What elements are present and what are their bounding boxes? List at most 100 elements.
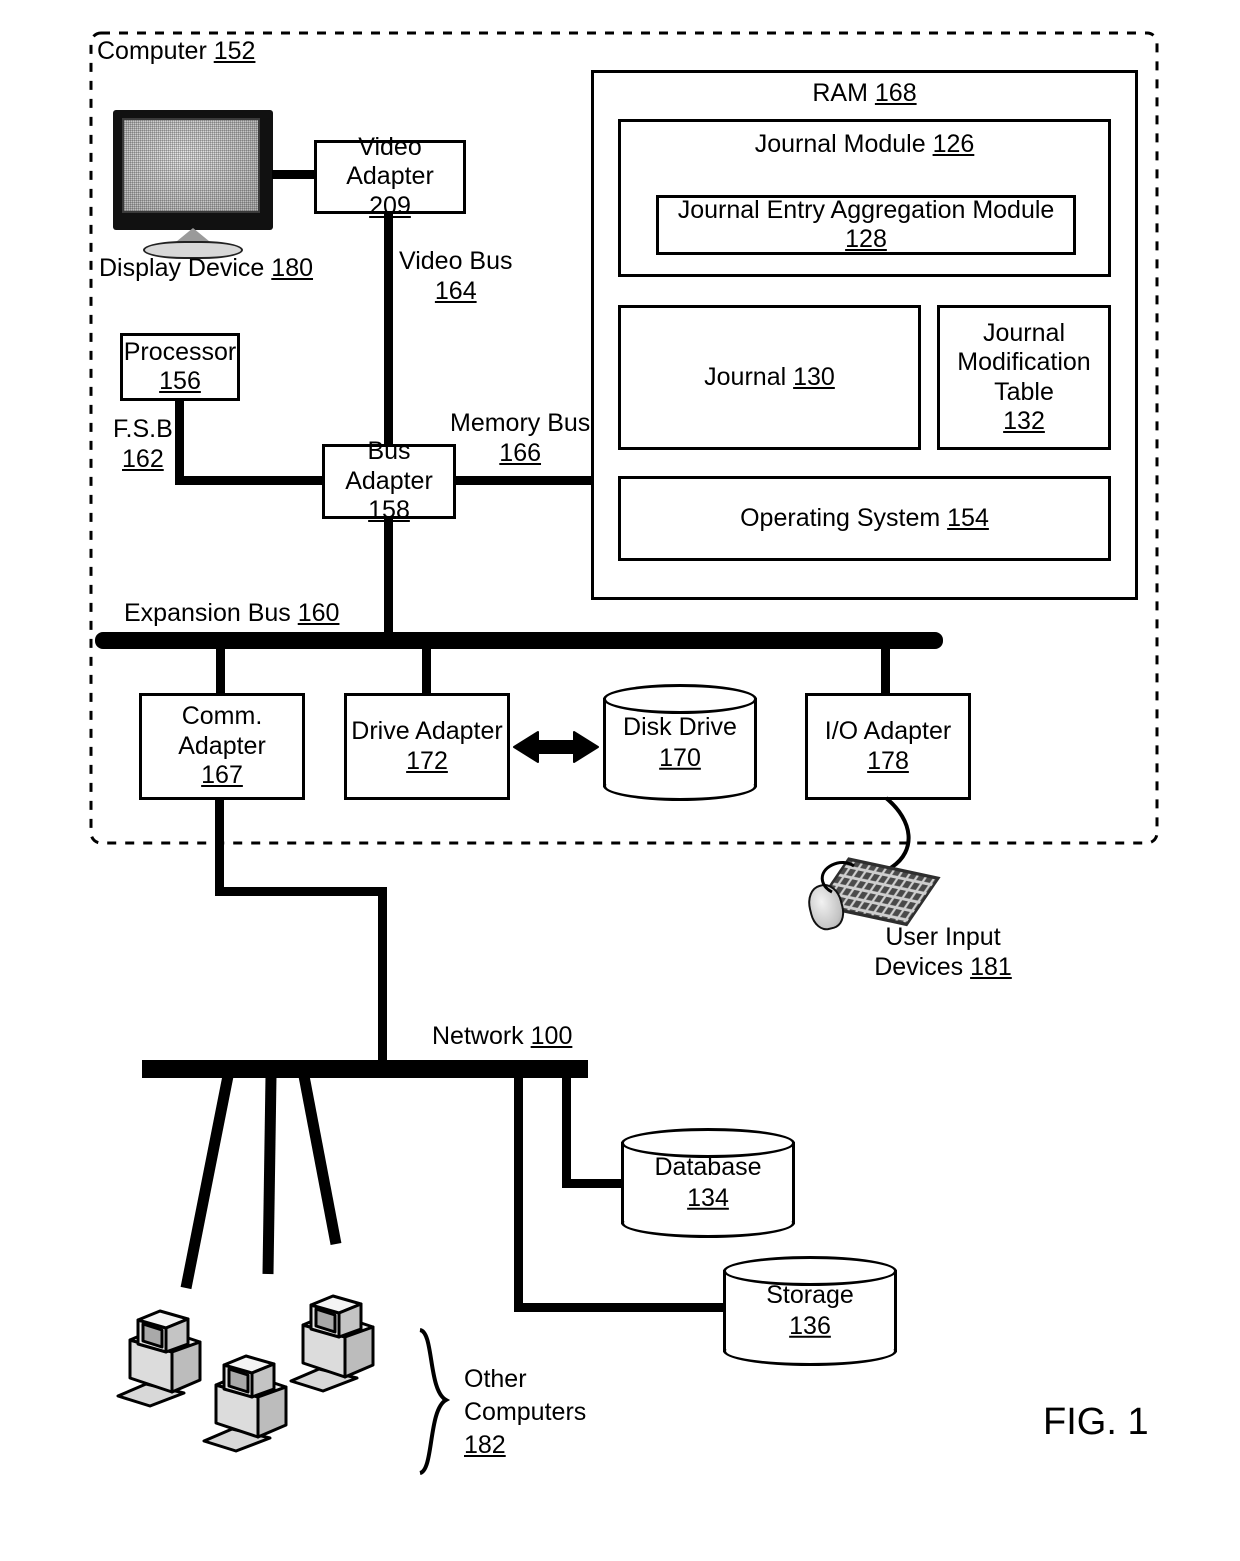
- network-ref: 100: [530, 1022, 573, 1050]
- operating-system-ref: 154: [947, 503, 989, 532]
- other-computers-label: Other Computers 182: [464, 1363, 586, 1462]
- database-text: Database 134: [621, 1152, 795, 1215]
- io-adapter-box: I/O Adapter 178: [805, 693, 971, 800]
- video-adapter-box: Video Adapter 209: [314, 133, 466, 220]
- io-adapter-label: I/O Adapter: [824, 717, 952, 745]
- wire-memory-bus: [454, 476, 594, 485]
- fsb-ref: 162: [122, 445, 164, 473]
- user-input-ref: 181: [970, 953, 1012, 981]
- storage-ref: 136: [789, 1312, 831, 1340]
- network-label: Network 100: [432, 1021, 572, 1051]
- wire-storage-elbow: [514, 1270, 523, 1312]
- drive-adapter-label: Drive Adapter: [351, 717, 503, 745]
- comm-adapter-ref: 167: [201, 761, 243, 790]
- jmt-ref: 132: [1003, 407, 1045, 435]
- journal-ref: 130: [793, 362, 835, 391]
- jeam-ref: 128: [845, 225, 887, 253]
- ram-ref: 168: [874, 79, 917, 107]
- wire-comm-adapter-right: [215, 887, 387, 896]
- other-computers-line2: Computers: [464, 1398, 587, 1426]
- disk-drive-ref: 170: [659, 743, 701, 772]
- wire-network-to-storage-horizontal: [514, 1303, 732, 1312]
- memory-bus-ref: 166: [499, 439, 542, 467]
- expansion-bus-ref: 160: [297, 599, 340, 627]
- wire-comm-adapter-down: [215, 799, 224, 896]
- double-arrow-icon: [513, 731, 599, 763]
- video-bus-ref: 164: [434, 277, 477, 305]
- wire-video-bus: [384, 212, 393, 448]
- expansion-bus-label: Expansion Bus 160: [124, 598, 339, 628]
- io-adapter-ref: 178: [867, 746, 909, 775]
- wire-network-to-database-vertical: [562, 1077, 571, 1187]
- display-device-icon: [113, 110, 273, 230]
- wire-expansion-to-comm-adapter: [216, 641, 225, 695]
- wires-network-to-other-computers: [180, 1074, 342, 1290]
- disk-drive-top: [603, 684, 757, 714]
- operating-system-box: Operating System 154: [618, 476, 1111, 561]
- journal-module-label-text: Journal Module: [754, 130, 926, 158]
- monitor-screen: [122, 118, 260, 213]
- storage-text: Storage 136: [723, 1280, 897, 1343]
- enclosure-title-text: Computer: [97, 37, 207, 65]
- journal-module-ref: 126: [932, 130, 975, 158]
- other-computers-ref: 182: [464, 1431, 506, 1459]
- processor-label: Processor: [123, 337, 237, 366]
- wire-fsb-vertical: [175, 399, 184, 484]
- operating-system-label-text: Operating System: [740, 503, 941, 532]
- wire-fsb-horizontal: [175, 476, 327, 485]
- display-device-label: Display Device 180: [99, 253, 313, 283]
- figure-label: FIG. 1: [1043, 1401, 1149, 1443]
- expansion-bus-label-text: Expansion Bus: [124, 599, 291, 627]
- bus-adapter-label: Bus Adapter: [345, 437, 433, 495]
- jeam-label-text: Journal Entry Aggregation Module: [677, 195, 1055, 224]
- storage-cylinder: Storage 136: [723, 1256, 897, 1366]
- disk-drive-cylinder: Disk Drive 170: [603, 684, 757, 801]
- memory-bus-label: Memory Bus 166: [450, 408, 590, 468]
- video-bus-label: Video Bus 164: [399, 246, 513, 306]
- wire-comm-adapter-to-network: [378, 887, 387, 1067]
- mouse-cord: [820, 861, 855, 894]
- journal-entry-aggregation-module-box: Journal Entry Aggregation Module 128: [656, 195, 1076, 255]
- fsb-label-text: F.S.B: [113, 415, 173, 443]
- database-cylinder: Database 134: [621, 1128, 795, 1238]
- wire-display-to-video-adapter: [272, 170, 318, 179]
- disk-drive-text: Disk Drive 170: [603, 711, 757, 774]
- wire-expansion-to-io-adapter: [881, 641, 890, 695]
- jmt-line3: Table: [994, 377, 1054, 406]
- journal-module-label: Journal Module 126: [618, 129, 1111, 159]
- other-computer-icon-3: [289, 1294, 375, 1393]
- video-adapter-label: Video Adapter: [346, 132, 434, 191]
- display-device-label-text: Display Device: [99, 254, 265, 282]
- comm-adapter-box: Comm. Adapter 167: [139, 693, 305, 800]
- disk-drive-label: Disk Drive: [623, 712, 737, 741]
- storage-label: Storage: [766, 1280, 854, 1309]
- drive-adapter-box: Drive Adapter 172: [344, 693, 510, 800]
- jmt-line2: Modification: [957, 348, 1091, 376]
- wire-bus-adapter-to-expansion-bus: [384, 517, 393, 643]
- comm-adapter-label: Comm. Adapter: [178, 702, 266, 760]
- user-input-line2-text: Devices: [874, 953, 964, 981]
- wire-network-to-database-horizontal: [562, 1179, 630, 1188]
- other-computers-brace: [418, 1328, 451, 1475]
- figure-canvas: Computer 152 Display Device 180 Video Ad…: [0, 0, 1240, 1561]
- ram-label: RAM 168: [591, 78, 1138, 108]
- jeam-line: Journal Entry Aggregation Module 128: [659, 196, 1073, 255]
- user-input-devices-label: User Input Devices 181: [843, 922, 1043, 982]
- jmt-line1: Journal: [983, 318, 1065, 347]
- memory-bus-label-text: Memory Bus: [450, 409, 591, 437]
- database-ref: 134: [687, 1184, 729, 1212]
- wire-network-to-storage-vertical: [514, 1077, 523, 1277]
- video-bus-label-text: Video Bus: [399, 247, 513, 275]
- processor-box: Processor 156: [120, 333, 240, 401]
- network-label-text: Network: [432, 1022, 524, 1050]
- wire-expansion-to-drive-adapter: [422, 641, 431, 695]
- os-line: Operating System 154: [740, 504, 989, 534]
- processor-ref: 156: [159, 367, 201, 395]
- fsb-label: F.S.B 162: [113, 414, 173, 474]
- user-input-line1: User Input: [885, 923, 1001, 951]
- user-input-line2: Devices 181: [843, 952, 1043, 982]
- journal-line: Journal 130: [704, 363, 835, 393]
- database-label: Database: [654, 1152, 762, 1181]
- bus-adapter-box: Bus Adapter 158: [322, 437, 456, 524]
- journal-label-text: Journal: [704, 362, 787, 391]
